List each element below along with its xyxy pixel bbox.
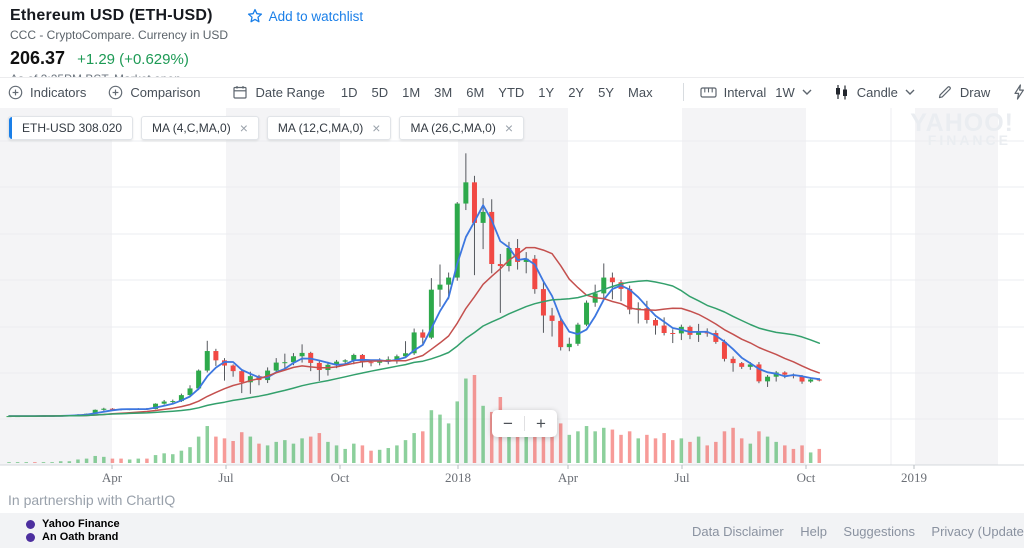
yahoo-finance-chart-page: Ethereum USD (ETH-USD) Add to watchlist …: [0, 0, 1024, 548]
svg-text:Oct: Oct: [797, 470, 816, 485]
pencil-draw-icon: [938, 86, 951, 99]
range-5d[interactable]: 5D: [371, 85, 388, 100]
date-range-button[interactable]: Date Range: [232, 84, 325, 100]
price-change: +1.29 (+0.629%): [77, 51, 189, 68]
range-1y[interactable]: 1Y: [538, 85, 554, 100]
ma-chip-label: MA (4,C,MA,0): [152, 121, 231, 135]
oath-logo-dot-icon: [26, 532, 35, 542]
chart-toolbar: Indicators Comparison Date Range 1D 5D 1…: [0, 77, 1024, 106]
svg-text:2019: 2019: [901, 470, 927, 485]
page-footer: Yahoo Finance An Oath brand Data Disclai…: [0, 513, 1024, 548]
link-suggestions[interactable]: Suggestions: [843, 524, 915, 539]
svg-text:FINANCE: FINANCE: [928, 132, 1011, 148]
comparison-label: Comparison: [130, 84, 201, 100]
plus-circle-icon: [109, 85, 123, 99]
zoom-in-button[interactable]: +: [525, 410, 557, 437]
toolbar-right-group: Interval 1W Candle Draw: [667, 83, 1024, 101]
range-ytd[interactable]: YTD: [498, 85, 524, 100]
star-icon: [247, 8, 262, 23]
range-3m[interactable]: 3M: [434, 85, 452, 100]
watchlist-label: Add to watchlist: [268, 8, 364, 24]
date-range-label: Date Range: [255, 84, 325, 100]
range-2y[interactable]: 2Y: [568, 85, 584, 100]
page-title: Ethereum USD (ETH-USD): [10, 7, 213, 24]
series-accent-bar: [9, 117, 12, 139]
link-privacy[interactable]: Privacy (Updated): [931, 524, 1024, 539]
ma-chip-4[interactable]: MA (4,C,MA,0) ×: [141, 116, 259, 140]
brand-block: Yahoo Finance An Oath brand: [26, 518, 120, 544]
events-button[interactable]: Events: [1012, 84, 1024, 100]
link-data-disclaimer[interactable]: Data Disclaimer: [692, 524, 784, 539]
toolbar-divider: [682, 83, 684, 101]
brand-yahoo-finance: Yahoo Finance: [42, 518, 120, 530]
draw-label: Draw: [959, 84, 991, 100]
interval-selector[interactable]: Interval 1W: [699, 84, 812, 100]
ma-chip-12[interactable]: MA (12,C,MA,0) ×: [266, 116, 392, 140]
interval-label: Interval: [723, 84, 767, 100]
svg-text:Jul: Jul: [218, 470, 234, 485]
zoom-controls: − +: [492, 410, 557, 437]
series-chip-label: ETH-USD 308.020: [22, 121, 123, 135]
link-help[interactable]: Help: [800, 524, 827, 539]
close-icon[interactable]: ×: [372, 121, 380, 135]
plus-circle-icon: [8, 85, 23, 99]
ma-chip-label: MA (26,C,MA,0): [410, 121, 496, 135]
svg-text:Oct: Oct: [331, 470, 350, 485]
range-5y[interactable]: 5Y: [598, 85, 614, 100]
svg-text:Apr: Apr: [558, 470, 579, 485]
chartiq-partnership-note: In partnership with ChartIQ: [8, 492, 176, 508]
draw-button[interactable]: Draw: [937, 84, 990, 100]
svg-text:Apr: Apr: [102, 470, 123, 485]
series-chip-eth-usd[interactable]: ETH-USD 308.020: [8, 116, 134, 140]
chevron-down-icon: [802, 89, 812, 95]
candle-chart-icon: [835, 85, 847, 100]
indicators-button[interactable]: Indicators: [8, 85, 86, 100]
close-icon[interactable]: ×: [505, 121, 513, 135]
range-1d[interactable]: 1D: [341, 85, 358, 100]
lightning-events-icon: [1014, 84, 1024, 100]
range-1m[interactable]: 1M: [402, 85, 420, 100]
chevron-down-icon: [905, 89, 915, 95]
indicators-label: Indicators: [30, 84, 87, 100]
close-icon[interactable]: ×: [240, 121, 248, 135]
zoom-out-button[interactable]: −: [492, 410, 524, 437]
add-to-watchlist-button[interactable]: Add to watchlist: [247, 8, 364, 24]
quote-header: Ethereum USD (ETH-USD) Add to watchlist …: [10, 7, 363, 86]
calendar-icon: [233, 86, 248, 99]
yahoo-logo-dot-icon: [26, 519, 35, 529]
ma-chip-label: MA (12,C,MA,0): [277, 121, 364, 135]
interval-value: 1W: [775, 84, 795, 100]
legend-chips: ETH-USD 308.020 MA (4,C,MA,0) × MA (12,C…: [8, 116, 525, 140]
chart-type-selector[interactable]: Candle: [834, 84, 915, 100]
svg-text:2018: 2018: [445, 470, 471, 485]
current-price: 206.37: [10, 48, 66, 68]
range-6m[interactable]: 6M: [466, 85, 484, 100]
range-max[interactable]: Max: [628, 85, 653, 100]
x-axis: Apr Jul Oct 2018 Apr Jul Oct 2019: [0, 464, 1024, 485]
svg-text:Jul: Jul: [674, 470, 690, 485]
interval-ruler-icon: [699, 86, 717, 98]
brand-oath: An Oath brand: [42, 531, 119, 543]
comparison-button[interactable]: Comparison: [108, 85, 200, 100]
quote-subtitle: CCC - CryptoCompare. Currency in USD: [10, 28, 229, 42]
footer-links: Data Disclaimer Help Suggestions Privacy…: [692, 523, 1024, 541]
ma-chip-26[interactable]: MA (26,C,MA,0) ×: [399, 116, 525, 140]
chart-type-label: Candle: [856, 84, 898, 100]
